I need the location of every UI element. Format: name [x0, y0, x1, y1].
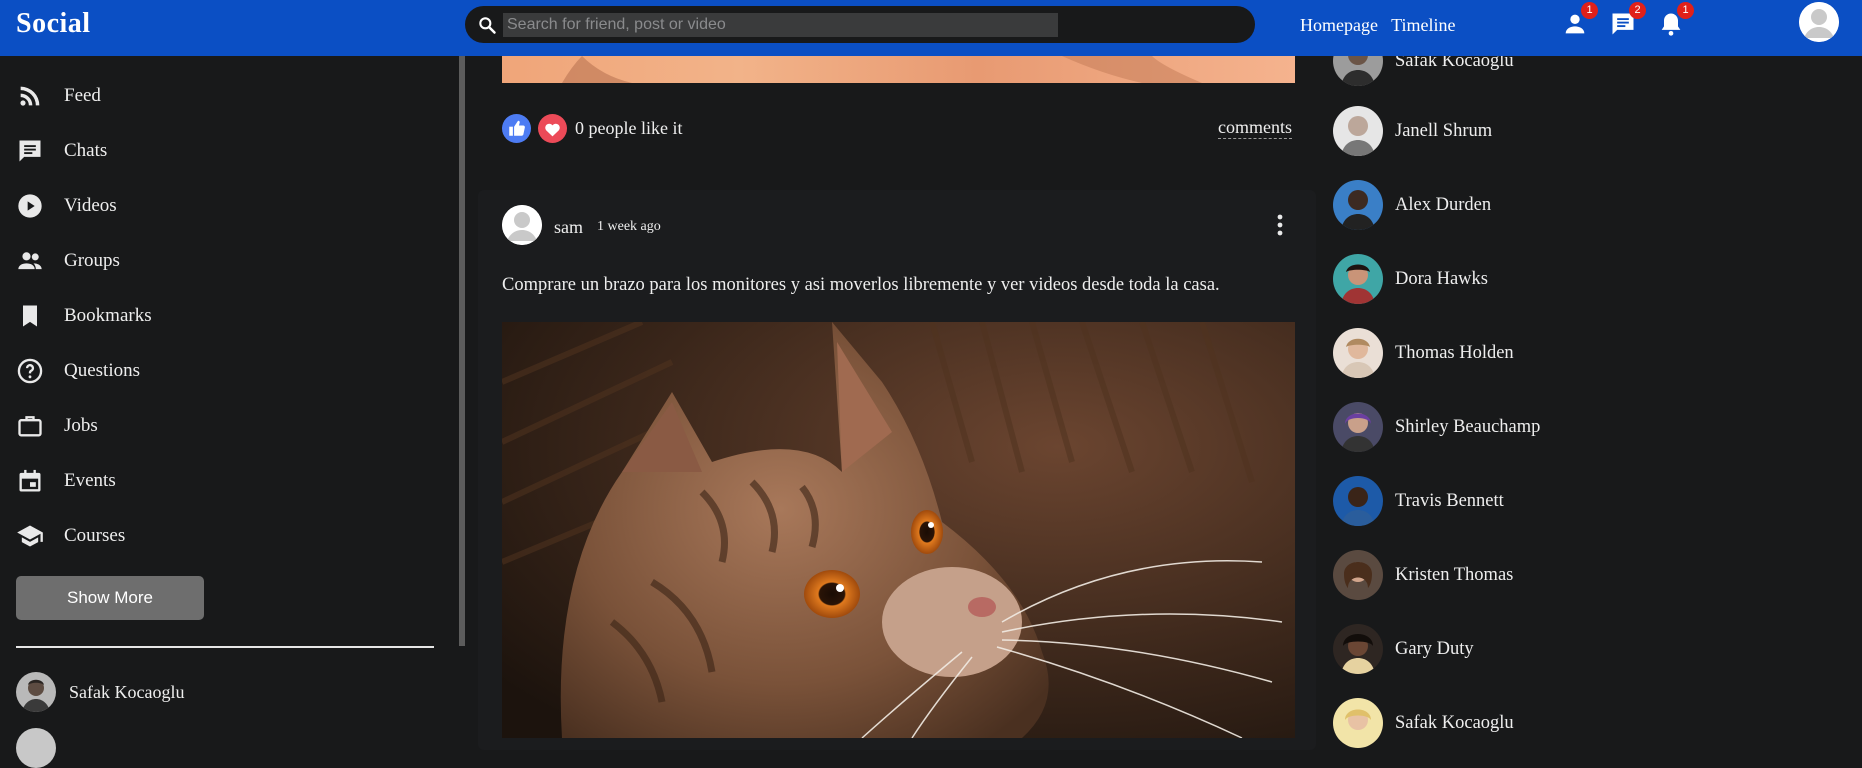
online-friend-item[interactable]: Dora Hawks [1333, 254, 1488, 304]
chat-icon [19, 140, 41, 162]
avatar [16, 728, 56, 768]
homepage-link[interactable]: Homepage [1300, 15, 1378, 35]
online-friend-name: Kristen Thomas [1395, 564, 1514, 585]
online-friend-name: Janell Shrum [1395, 120, 1493, 141]
notifications-badge: 1 [1677, 2, 1694, 19]
sidebar-item-jobs[interactable]: Jobs [16, 411, 98, 441]
online-friend-item[interactable]: Travis Bennett [1333, 476, 1504, 526]
briefcase-icon [18, 416, 42, 437]
default-user-icon [502, 205, 542, 245]
sidebar-friend-name: Safak Kocaoglu [69, 681, 185, 702]
avatar [1333, 106, 1383, 156]
messages-badge: 2 [1629, 2, 1646, 19]
bookmark-icon [23, 305, 37, 327]
likes-count-text: 0 people like it [575, 117, 683, 138]
post-author-avatar[interactable] [502, 205, 542, 245]
online-friend-name: Thomas Holden [1395, 342, 1514, 363]
sidebar-item-bookmarks[interactable]: Bookmarks [16, 301, 152, 331]
sidebar-item-videos[interactable]: Videos [16, 191, 117, 221]
online-friend-item[interactable]: Thomas Holden [1333, 328, 1514, 378]
rss-icon [20, 86, 40, 106]
post-image[interactable] [502, 322, 1295, 738]
messages-button[interactable]: 2 [1609, 2, 1646, 38]
sidebar-item-chats[interactable]: Chats [16, 136, 107, 166]
show-more-button[interactable]: Show More [16, 576, 204, 620]
online-friend-name: Dora Hawks [1395, 268, 1488, 289]
previous-post-image [502, 56, 1295, 83]
online-friend-name: Shirley Beauchamp [1395, 416, 1541, 437]
online-friend-name: Gary Duty [1395, 638, 1474, 659]
profile-avatar[interactable] [1799, 2, 1839, 42]
calendar-icon [19, 469, 41, 492]
friend-requests-badge: 1 [1581, 2, 1598, 19]
sidebar-friend-item[interactable]: Safak Kocaoglu [16, 672, 184, 712]
avatar [1333, 254, 1383, 304]
sidebar-item-label: Questions [64, 360, 140, 381]
sidebar-item-label: Feed [64, 85, 101, 106]
online-friend-name: Travis Bennett [1395, 490, 1504, 511]
avatar [16, 672, 56, 712]
online-friend-item[interactable]: Gary Duty [1333, 624, 1474, 674]
avatar [1333, 624, 1383, 674]
thumbs-up-icon[interactable] [502, 113, 531, 143]
sidebar-item-courses[interactable]: Courses [16, 521, 125, 551]
avatar [1333, 328, 1383, 378]
cat-photo [502, 322, 1295, 738]
notifications-button[interactable]: 1 [1657, 2, 1694, 38]
sidebar-item-groups[interactable]: Groups [16, 246, 120, 276]
default-user-icon [1799, 2, 1839, 42]
online-friend-item[interactable]: Alex Durden [1333, 180, 1491, 230]
more-options-icon[interactable] [1270, 212, 1290, 238]
help-circle-icon [17, 358, 43, 384]
sidebar-item-label: Jobs [64, 415, 98, 436]
sidebar-item-label: Videos [64, 195, 117, 216]
sidebar-item-questions[interactable]: Questions [16, 356, 140, 386]
sidebar-friend-item[interactable] [16, 728, 56, 768]
comments-link[interactable]: comments [1218, 117, 1292, 139]
sidebar-item-label: Groups [64, 250, 120, 271]
sidebar-item-events[interactable]: Events [16, 466, 116, 496]
post-timestamp: 1 week ago [597, 219, 661, 234]
online-friend-item[interactable]: Shirley Beauchamp [1333, 402, 1540, 452]
app-logo[interactable]: Social [16, 8, 91, 40]
friend-requests-button[interactable]: 1 [1561, 2, 1598, 38]
online-friend-item[interactable]: Kristen Thomas [1333, 550, 1513, 600]
school-icon [17, 525, 43, 547]
avatar [1333, 550, 1383, 600]
top-navbar: Social Homepage Timeline 1 2 [0, 0, 1862, 56]
online-friend-name: Safak Kocaoglu [1395, 712, 1514, 733]
search-icon [479, 17, 496, 34]
online-friend-item[interactable]: Safak Kocaoglu [1333, 698, 1514, 748]
post-author-name[interactable]: sam [554, 217, 583, 238]
avatar [1333, 476, 1383, 526]
sidebar-item-feed[interactable]: Feed [16, 81, 101, 111]
sidebar-item-label: Bookmarks [64, 305, 152, 326]
online-friends-panel [1333, 56, 1853, 738]
heart-icon[interactable] [538, 113, 567, 143]
sidebar-item-label: Courses [64, 525, 126, 546]
sidebar-divider [16, 646, 434, 648]
avatar [1333, 402, 1383, 452]
avatar [1333, 698, 1383, 748]
search-bar[interactable] [465, 6, 1255, 43]
timeline-link[interactable]: Timeline [1391, 15, 1455, 35]
post-text: Comprare un brazo para los monitores y a… [502, 275, 1220, 295]
sidebar-item-label: Events [64, 470, 116, 491]
online-friend-name: Alex Durden [1395, 194, 1492, 215]
search-input[interactable] [503, 13, 1058, 37]
like-bar: 0 people like it [502, 113, 682, 143]
avatar [1333, 180, 1383, 230]
sidebar-scrollbar[interactable] [459, 56, 465, 646]
group-icon [18, 252, 42, 270]
play-circle-icon [18, 194, 42, 218]
top-links: Homepage Timeline [1300, 15, 1465, 36]
sidebar-item-label: Chats [64, 140, 108, 161]
online-friend-item[interactable]: Janell Shrum [1333, 106, 1492, 156]
